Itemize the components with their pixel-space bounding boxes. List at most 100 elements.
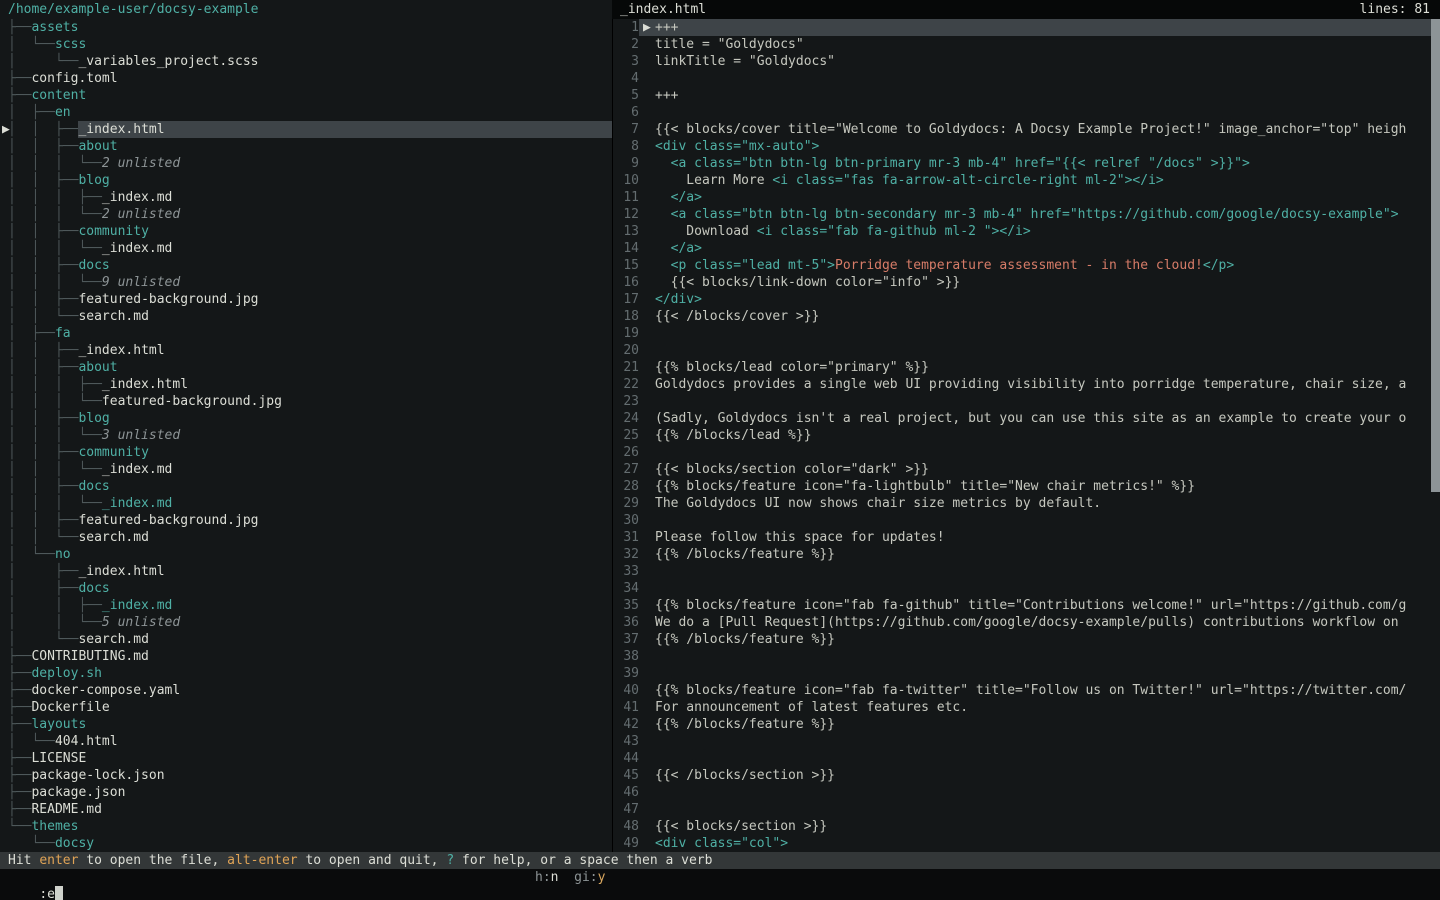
- tree-row-file[interactable]: │ │ │ └──_index.md: [0, 461, 612, 478]
- line-number: 7: [613, 121, 639, 138]
- tree-row-file[interactable]: ├──README.md: [0, 801, 612, 818]
- tree-row-dir[interactable]: │ │ ├──about: [0, 138, 612, 155]
- code-segment: {{% /blocks/feature %}}: [655, 632, 835, 647]
- tree-row-dir[interactable]: │ │ ├──blog: [0, 410, 612, 427]
- code-segment: The Goldydocs UI now shows chair size me…: [655, 496, 1101, 511]
- line-selection-marker: [639, 240, 655, 257]
- tree-row-file[interactable]: ├──Dockerfile: [0, 699, 612, 716]
- tree-row-dir[interactable]: │ │ ├──community: [0, 444, 612, 461]
- tree-row-file[interactable]: ├──package-lock.json: [0, 767, 612, 784]
- tree-row-dir[interactable]: │ └──no: [0, 546, 612, 563]
- tree-row-file[interactable]: ├──package.json: [0, 784, 612, 801]
- code-segment: <div class="mx-auto">: [655, 139, 819, 154]
- tree-row-file[interactable]: │ │ └──search.md: [0, 529, 612, 546]
- code-segment: Learn More: [655, 173, 772, 188]
- code-line-body: {{% blocks/feature icon="fab fa-github" …: [639, 597, 1440, 614]
- code-text: </a>: [655, 240, 1440, 257]
- command-line[interactable]: :e h:n gi:y: [0, 869, 1440, 900]
- tree-row-dir[interactable]: │ │ ├──blog: [0, 172, 612, 189]
- line-selection-marker: [639, 682, 655, 699]
- tree-row-dir[interactable]: │ │ ├──about: [0, 359, 612, 376]
- tree-entry-label: community: [78, 444, 148, 461]
- tree-row-file[interactable]: │ │ ├──featured-background.jpg: [0, 291, 612, 308]
- tree-row-file[interactable]: │ │ │ ├──_index.html: [0, 376, 612, 393]
- tree-branch-lines: │ │ │ └──: [8, 495, 102, 512]
- tree-row-dir[interactable]: │ ├──docs: [0, 580, 612, 597]
- tree-row-dir[interactable]: └──themes: [0, 818, 612, 835]
- tree-row-dir[interactable]: │ ├──fa: [0, 325, 612, 342]
- preview-scrollbar[interactable]: [1431, 19, 1440, 492]
- tree-row-dir[interactable]: ├──layouts: [0, 716, 612, 733]
- line-selection-marker: [639, 733, 655, 750]
- tree-row-dir[interactable]: │ │ ├──docs: [0, 257, 612, 274]
- tree-row-file[interactable]: ├──CONTRIBUTING.md: [0, 648, 612, 665]
- line-number: 42: [613, 716, 639, 733]
- tree-entry-label: featured-background.jpg: [78, 291, 258, 308]
- code-text: <p class="lead mt-5">Porridge temperatur…: [655, 257, 1440, 274]
- tree-row-dir[interactable]: │ ├──en: [0, 104, 612, 121]
- code-text: [655, 444, 1440, 461]
- tree-branch-lines: │ │ ├──: [8, 444, 78, 461]
- line-number: 1: [613, 19, 639, 36]
- code-line: 28 {{% blocks/feature icon="fa-lightbulb…: [613, 478, 1440, 495]
- code-text: {{% /blocks/feature %}}: [655, 631, 1440, 648]
- line-selection-marker: [639, 36, 655, 53]
- code-text: {{% blocks/feature icon="fab fa-github" …: [655, 597, 1440, 614]
- tree-row-unlisted[interactable]: │ │ │ └──2 unlisted: [0, 206, 612, 223]
- tree-row-file[interactable]: │ │ ├──_index.md: [0, 597, 612, 614]
- tree-row-file[interactable]: ├──deploy.sh: [0, 665, 612, 682]
- tree-branch-lines: │ │ └──: [8, 308, 78, 325]
- code-segment: </a>: [655, 241, 702, 256]
- tree-row-file[interactable]: │ ├──_index.html: [0, 563, 612, 580]
- tree-branch-lines: │ │ │ └──: [8, 427, 102, 444]
- tree-row-dir[interactable]: │ └──scss: [0, 36, 612, 53]
- tree-branch-lines: │ │ │ └──: [8, 393, 102, 410]
- tree-row-file[interactable]: ├──config.toml: [0, 70, 612, 87]
- tree-row-unlisted[interactable]: │ │ └──5 unlisted: [0, 614, 612, 631]
- tree-row-dir[interactable]: ├──assets: [0, 19, 612, 36]
- tree-row-file[interactable]: │ │ │ └──_index.md: [0, 240, 612, 257]
- tree-row-file[interactable]: │ │ ├──featured-background.jpg: [0, 512, 612, 529]
- tree-row-dir[interactable]: └──docsy: [0, 835, 612, 852]
- tree-row-dir[interactable]: ├──content: [0, 87, 612, 104]
- code-line-body: <div class="col">: [639, 835, 1440, 852]
- code-line: 34: [613, 580, 1440, 597]
- tree-row-file[interactable]: ├──docker-compose.yaml: [0, 682, 612, 699]
- code-segment: +++: [655, 20, 678, 35]
- tree-row-file[interactable]: │ │ │ └──_index.md: [0, 495, 612, 512]
- tree-entry-label: about: [78, 359, 117, 376]
- code-segment: {{% blocks/feature icon="fab fa-github" …: [655, 598, 1406, 613]
- tree-row-file[interactable]: │ │ │ ├──_index.md: [0, 189, 612, 206]
- tree-entry-label: _index.md: [102, 461, 172, 478]
- tree-row-dir[interactable]: │ │ ├──community: [0, 223, 612, 240]
- line-number: 12: [613, 206, 639, 223]
- tree-row-dir[interactable]: │ │ ├──docs: [0, 478, 612, 495]
- tree-row-file[interactable]: │ │ ├──_index.html: [0, 342, 612, 359]
- tree-row-file[interactable]: │ └──_variables_project.scss: [0, 53, 612, 70]
- line-selection-marker: [639, 138, 655, 155]
- tree-row-file[interactable]: │ └──404.html: [0, 733, 612, 750]
- code-line-body: [639, 444, 1440, 461]
- tree-branch-lines: │ │ │ ├──: [8, 189, 102, 206]
- text-cursor: [55, 886, 63, 900]
- tree-row-file[interactable]: │ │ │ └──featured-background.jpg: [0, 393, 612, 410]
- tree-row-file[interactable]: │ └──search.md: [0, 631, 612, 648]
- code-segment: {{< blocks/section >}}: [655, 819, 827, 834]
- code-text: {{% blocks/feature icon="fa-lightbulb" t…: [655, 478, 1440, 495]
- line-selection-marker: [639, 121, 655, 138]
- command-input[interactable]: :e: [39, 887, 55, 900]
- tree-row-file[interactable]: ▶│ │ ├──_index.html: [0, 121, 612, 138]
- tree-row-unlisted[interactable]: │ │ │ └──3 unlisted: [0, 427, 612, 444]
- tree-row-unlisted[interactable]: │ │ │ └──9 unlisted: [0, 274, 612, 291]
- code-line: 42 {{% /blocks/feature %}}: [613, 716, 1440, 733]
- line-selection-marker: [639, 818, 655, 835]
- root-path[interactable]: /home/example-user/docsy-example: [0, 1, 612, 18]
- tree-row-file[interactable]: ├──LICENSE: [0, 750, 612, 767]
- code-text: [655, 580, 1440, 597]
- tree-row-file[interactable]: │ │ └──search.md: [0, 308, 612, 325]
- line-selection-marker: [639, 87, 655, 104]
- code-line-body: Please follow this space for updates!: [639, 529, 1440, 546]
- code-line-body: [639, 733, 1440, 750]
- tree-row-unlisted[interactable]: │ │ │ └──2 unlisted: [0, 155, 612, 172]
- code-segment: {{% blocks/feature icon="fa-lightbulb" t…: [655, 479, 1195, 494]
